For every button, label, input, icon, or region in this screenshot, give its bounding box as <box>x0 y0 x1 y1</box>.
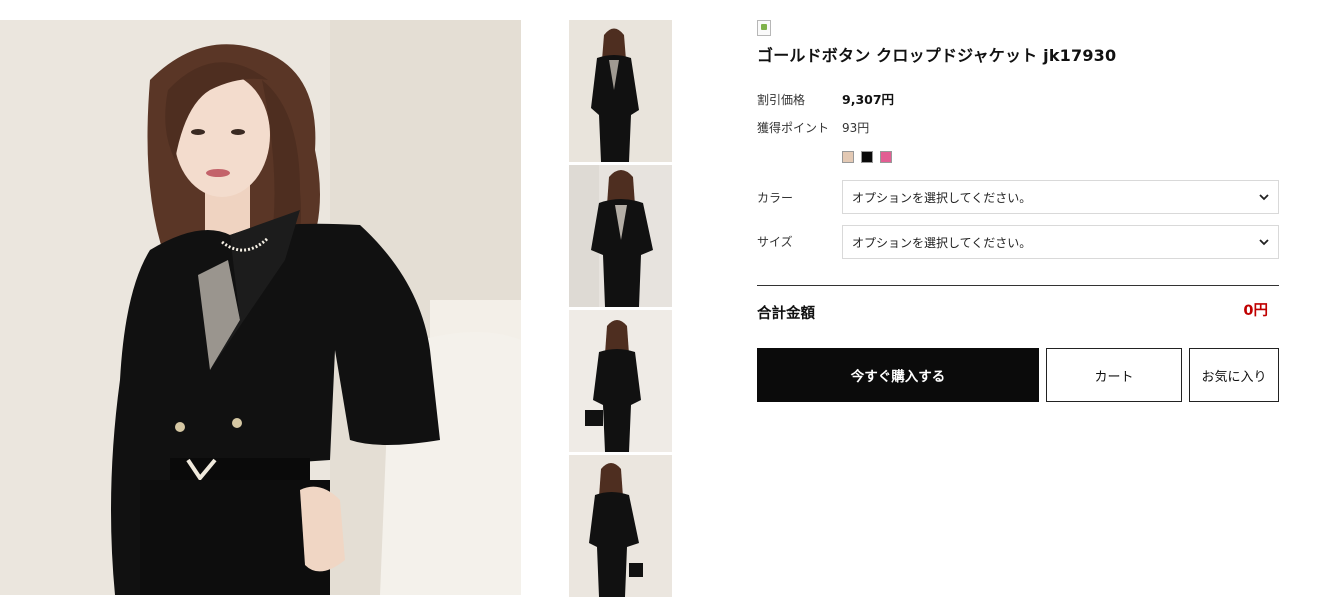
color-select-value: オプションを選択してください。 <box>852 190 1032 205</box>
color-select[interactable]: オプションを選択してください。 <box>842 180 1279 214</box>
price-label: 割引価格 <box>757 93 806 107</box>
thumbnail-2-illustration <box>569 165 672 307</box>
thumbnail-3-illustration <box>569 310 672 452</box>
thumbnail-4-illustration <box>569 455 672 597</box>
favorite-button[interactable]: お気に入り <box>1189 348 1279 402</box>
chevron-down-icon <box>1259 239 1269 246</box>
thumbnail-1-illustration <box>569 20 672 162</box>
model-illustration <box>0 20 521 595</box>
points-label: 獲得ポイント <box>757 121 830 135</box>
total-value: 0円 <box>1243 303 1268 319</box>
swatch-pink[interactable] <box>880 151 892 163</box>
price-value: 9,307円 <box>842 92 895 107</box>
size-option-label: サイズ <box>757 235 793 249</box>
product-title: ゴールドボタン クロップドジャケット jk17930 <box>757 46 1117 65</box>
size-select-value: オプションを選択してください。 <box>852 235 1032 250</box>
points-value: 93円 <box>842 121 870 135</box>
size-select[interactable]: オプションを選択してください。 <box>842 225 1279 259</box>
total-label: 合計金額 <box>757 306 815 322</box>
price-row: 割引価格 9,307円 <box>757 89 894 108</box>
thumbnail-4[interactable] <box>569 455 672 597</box>
color-swatches <box>842 151 892 163</box>
main-product-photo <box>0 20 521 595</box>
color-option-label: カラー <box>757 191 794 205</box>
swatch-black[interactable] <box>861 151 873 163</box>
thumbnail-2[interactable] <box>569 165 672 307</box>
chevron-down-icon <box>1259 194 1269 201</box>
thumbnail-list <box>569 20 672 600</box>
points-row: 獲得ポイント 93円 <box>757 119 869 136</box>
swatch-beige[interactable] <box>842 151 854 163</box>
add-to-cart-button[interactable]: カート <box>1046 348 1182 402</box>
thumbnail-1[interactable] <box>569 20 672 162</box>
product-info-panel: ゴールドボタン クロップドジャケット jk17930 割引価格 9,307円 獲得… <box>757 20 1279 402</box>
brand-logo-image <box>757 20 771 36</box>
buy-now-button[interactable]: 今すぐ購入する <box>757 348 1039 402</box>
divider <box>757 285 1279 286</box>
thumbnail-3[interactable] <box>569 310 672 452</box>
